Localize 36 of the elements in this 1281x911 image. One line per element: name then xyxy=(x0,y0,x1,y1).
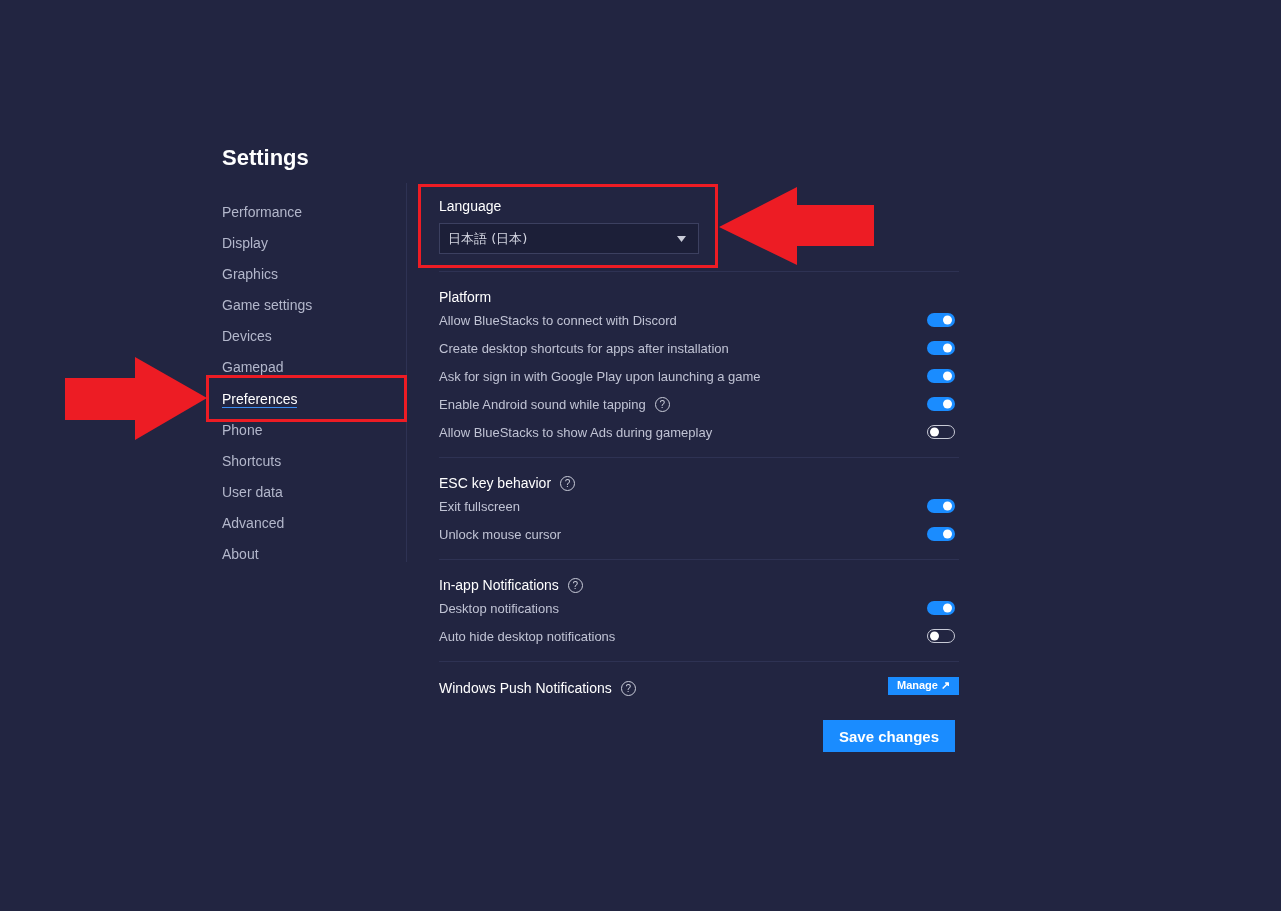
sidebar-item[interactable]: Preferences xyxy=(222,390,298,408)
section-title: Platform xyxy=(439,288,492,306)
toggle-switch[interactable] xyxy=(927,601,955,615)
sidebar-item[interactable]: User data xyxy=(222,477,283,508)
toggle-switch[interactable] xyxy=(927,499,955,513)
sidebar-item[interactable]: Game settings xyxy=(222,290,313,321)
setting-label: Exit fullscreen xyxy=(439,498,520,514)
setting-label: Enable Android sound while tapping xyxy=(439,396,646,412)
sidebar-item[interactable]: Graphics xyxy=(222,259,279,290)
setting-label: Ask for sign in with Google Play upon launching a game xyxy=(439,368,761,384)
toggle-switch[interactable] xyxy=(927,369,955,383)
setting-label: Allow BlueStacks to connect with Discord xyxy=(439,312,677,328)
setting-label: Unlock mouse cursor xyxy=(439,526,562,542)
sidebar-item[interactable]: Phone xyxy=(222,415,263,446)
section-title: ESC key behavior xyxy=(439,474,552,492)
language-dropdown[interactable]: 日本語 (日本) xyxy=(439,223,699,254)
section-title: In-app Notifications xyxy=(439,576,559,594)
caret-icon xyxy=(677,235,686,242)
setting-label: Desktop notifications xyxy=(439,600,559,616)
setting-label: Allow BlueStacks to show Ads during gameplay xyxy=(439,424,713,440)
section-title: Language xyxy=(439,198,502,214)
sidebar-item[interactable]: Gamepad xyxy=(222,352,284,383)
sidebar-item[interactable]: Advanced xyxy=(222,508,285,539)
sidebar-item[interactable]: Shortcuts xyxy=(222,446,282,477)
page-title: Settings xyxy=(222,144,309,172)
toggle-switch[interactable] xyxy=(927,397,955,411)
sidebar-item[interactable]: Devices xyxy=(222,321,272,352)
section-title: Windows Push Notifications xyxy=(439,679,612,697)
toggle-switch[interactable] xyxy=(927,341,955,355)
toggle-switch[interactable] xyxy=(927,527,955,541)
toggle-switch[interactable] xyxy=(927,313,955,327)
sidebar-item[interactable]: About xyxy=(222,539,259,570)
setting-label: Auto hide desktop notifications xyxy=(439,628,616,644)
setting-label: Create desktop shortcuts for apps after installation xyxy=(439,340,729,356)
sidebar-item[interactable]: Performance xyxy=(222,197,303,228)
sidebar-item[interactable]: Display xyxy=(222,228,268,259)
